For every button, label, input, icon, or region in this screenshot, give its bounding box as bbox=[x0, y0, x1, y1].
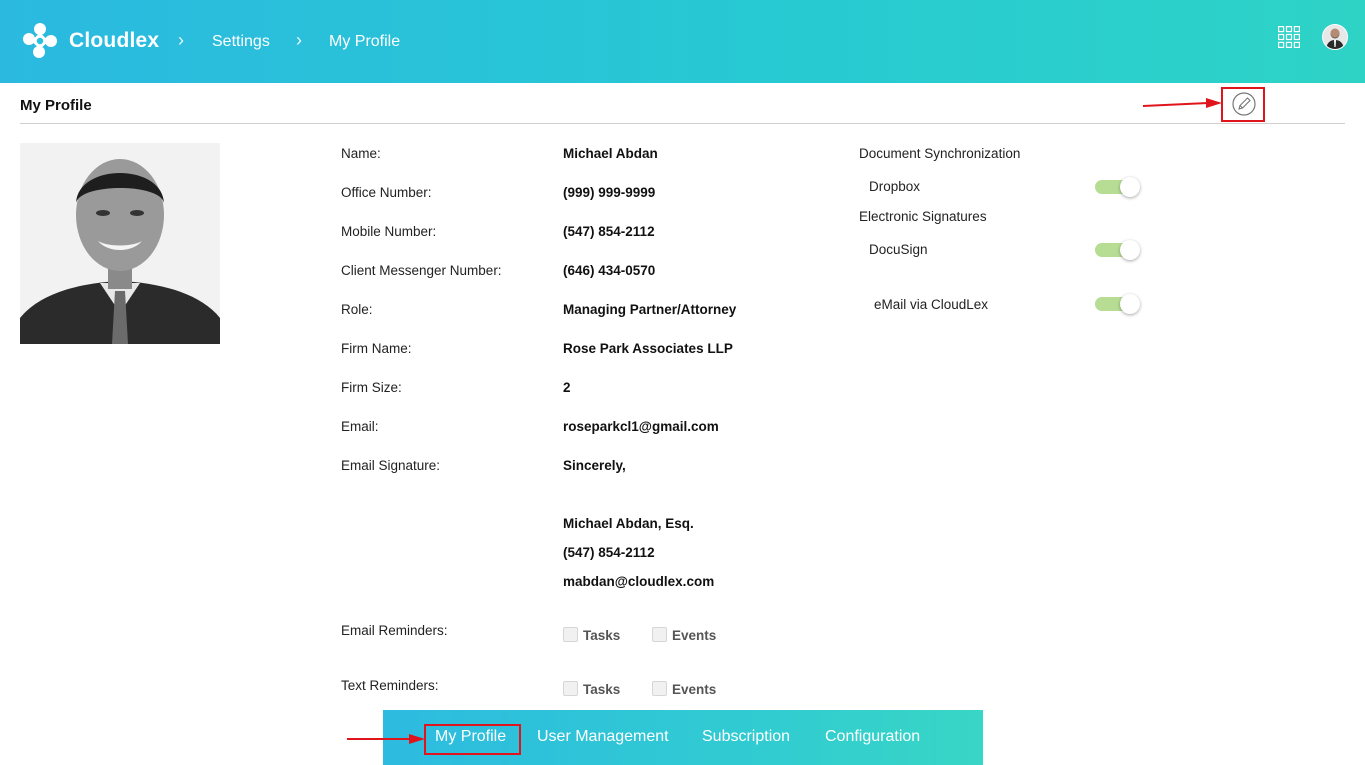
signature-line: (547) 854-2112 bbox=[563, 545, 655, 560]
dropbox-toggle[interactable] bbox=[1095, 177, 1141, 197]
firm-name-label: Firm Name: bbox=[341, 341, 412, 356]
document-sync-heading: Document Synchronization bbox=[859, 146, 1021, 161]
client-messenger-number-value: (646) 434-0570 bbox=[563, 263, 656, 278]
text-reminders-label: Text Reminders: bbox=[341, 678, 439, 693]
chevron-right-icon: › bbox=[178, 30, 184, 50]
annotation-arrow-icon bbox=[1142, 98, 1222, 108]
electronic-signatures-heading: Electronic Signatures bbox=[859, 209, 987, 224]
profile-photo-image bbox=[20, 143, 220, 344]
role-label: Role: bbox=[341, 302, 373, 317]
edit-pencil-icon[interactable] bbox=[1232, 92, 1256, 116]
office-number-label: Office Number: bbox=[341, 185, 432, 200]
text-reminder-tasks-checkbox[interactable] bbox=[563, 681, 578, 696]
title-divider bbox=[20, 123, 1345, 124]
text-reminder-events-checkbox[interactable] bbox=[652, 681, 667, 696]
email-reminder-tasks-checkbox[interactable] bbox=[563, 627, 578, 642]
client-messenger-number-label: Client Messenger Number: bbox=[341, 263, 502, 278]
email-value: roseparkcl1@gmail.com bbox=[563, 419, 719, 434]
email-reminder-events-checkbox[interactable] bbox=[652, 627, 667, 642]
apps-grid-icon[interactable] bbox=[1278, 26, 1300, 48]
email-reminder-events-label: Events bbox=[672, 628, 717, 643]
mobile-number-label: Mobile Number: bbox=[341, 224, 437, 239]
firm-size-value: 2 bbox=[563, 380, 571, 395]
profile-photo bbox=[20, 143, 220, 344]
docusign-toggle[interactable] bbox=[1095, 240, 1141, 260]
tab-my-profile[interactable]: My Profile bbox=[435, 728, 506, 746]
breadcrumb-my-profile[interactable]: My Profile bbox=[329, 33, 400, 51]
user-avatar[interactable] bbox=[1322, 24, 1348, 50]
email-via-cloudlex-label: eMail via CloudLex bbox=[874, 297, 989, 312]
signature-line: Sincerely, bbox=[563, 458, 626, 473]
cloudlex-logo-icon[interactable] bbox=[20, 21, 60, 61]
mobile-number-value: (547) 854-2112 bbox=[563, 224, 655, 239]
page-title: My Profile bbox=[20, 97, 92, 114]
email-signature-label: Email Signature: bbox=[341, 458, 441, 473]
email-reminder-tasks-label: Tasks bbox=[583, 628, 621, 643]
dropbox-label: Dropbox bbox=[869, 179, 921, 194]
signature-line: Michael Abdan, Esq. bbox=[563, 516, 694, 531]
email-label: Email: bbox=[341, 419, 379, 434]
text-reminder-tasks-label: Tasks bbox=[583, 682, 621, 697]
role-value: Managing Partner/Attorney bbox=[563, 302, 737, 317]
firm-name-value: Rose Park Associates LLP bbox=[563, 341, 733, 356]
tab-user-management[interactable]: User Management bbox=[537, 728, 669, 746]
user-avatar-icon bbox=[1323, 25, 1347, 49]
email-reminders-label: Email Reminders: bbox=[341, 623, 448, 638]
name-value: Michael Abdan bbox=[563, 146, 658, 161]
office-number-value: (999) 999-9999 bbox=[563, 185, 656, 200]
top-header bbox=[0, 0, 1365, 83]
chevron-right-icon: › bbox=[296, 30, 302, 50]
breadcrumb-settings[interactable]: Settings bbox=[212, 33, 270, 51]
firm-size-label: Firm Size: bbox=[341, 380, 402, 395]
brand-name[interactable]: Cloudlex bbox=[69, 29, 159, 53]
annotation-arrow-icon bbox=[347, 734, 425, 744]
tab-configuration[interactable]: Configuration bbox=[825, 728, 920, 746]
email-via-cloudlex-toggle[interactable] bbox=[1095, 294, 1141, 314]
signature-line: mabdan@cloudlex.com bbox=[563, 574, 715, 589]
name-label: Name: bbox=[341, 146, 381, 161]
text-reminder-events-label: Events bbox=[672, 682, 717, 697]
docusign-label: DocuSign bbox=[869, 242, 928, 257]
tab-subscription[interactable]: Subscription bbox=[702, 728, 790, 746]
